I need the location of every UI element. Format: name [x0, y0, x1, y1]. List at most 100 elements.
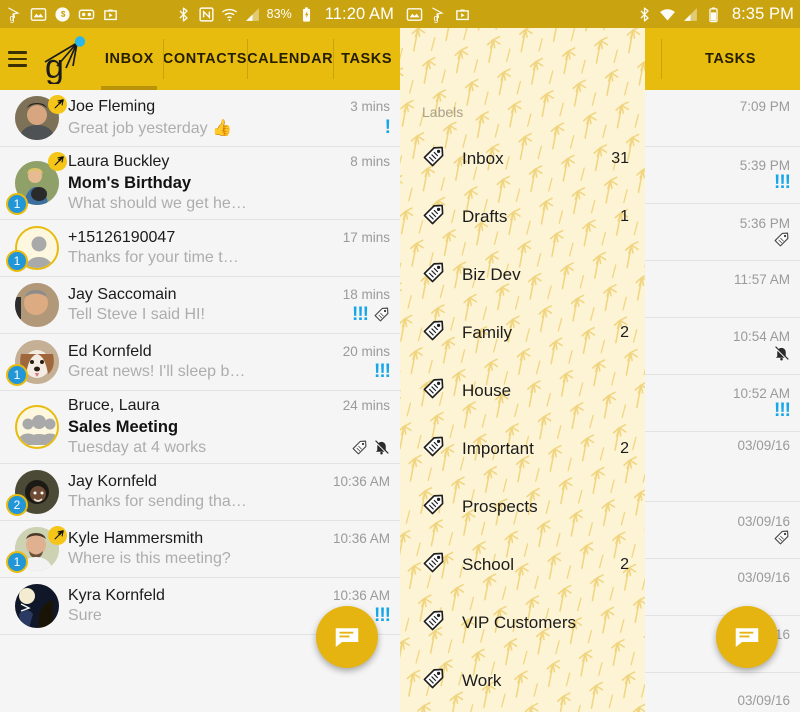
label-count: 1 [620, 208, 629, 225]
message-time: 20 mins [342, 344, 390, 359]
photo-icon [406, 7, 423, 21]
message-preview-line: What should we get he… [68, 193, 390, 213]
label-item-important[interactable]: Important 2 [400, 420, 645, 478]
message-subject: Mom's Birthday [68, 174, 192, 192]
label-item-prospects[interactable]: Prospects [400, 478, 645, 536]
status-bar-system-icons: 83% 11:20 AM [175, 5, 394, 24]
avatar-wrapper[interactable] [8, 584, 66, 628]
message-header-line: +15126190047 17 mins [68, 229, 390, 247]
message-row[interactable]: Joe Fleming 3 mins Great job yesterday 👍… [0, 90, 400, 147]
status-bar-notification-icons: g [6, 6, 175, 23]
message-time: 10:54 AM [732, 328, 790, 344]
message-markers: !!! [768, 173, 791, 192]
message-markers [767, 345, 790, 362]
label-count: 31 [611, 150, 629, 167]
avatar-wrapper[interactable] [8, 397, 66, 457]
message-body: Jay Kornfeld 10:36 AM Thanks for sending… [66, 470, 390, 514]
message-time: 03/09/16 [737, 438, 790, 453]
message-row[interactable]: 1 +15126190047 17 mins Thanks for your t… [0, 220, 400, 277]
nfc-icon [199, 6, 214, 22]
label-name: Biz Dev [462, 265, 521, 284]
message-preview: What should we get he… [68, 195, 247, 212]
message-body: Jay Saccomain 18 mins Tell Steve I said … [66, 283, 390, 327]
avatar[interactable] [15, 283, 59, 327]
avatar-wrapper[interactable]: 2 [6, 470, 66, 516]
avatar-wrapper[interactable] [8, 283, 66, 327]
message-sender: Laura Buckley [68, 153, 170, 170]
message-sender: Bruce, Laura [68, 397, 160, 414]
battery-percent-label: 83% [266, 7, 292, 21]
message-row[interactable]: 1 Ed Kornfeld 20 mins Great news! I'll s… [0, 334, 400, 391]
label-name: VIP Customers [462, 613, 577, 632]
tab-tasks[interactable]: TASKS [333, 28, 400, 90]
arrow-icon [54, 529, 64, 539]
label-tag-icon [422, 493, 446, 521]
message-preview: Tuesday at 4 works [68, 439, 207, 456]
dual-screenshot: g 83% 11:20 AM g INBOX CONTACTS CALENDAR… [0, 0, 800, 712]
message-preview: Thanks for sending tha… [68, 493, 247, 510]
label-item-inbox[interactable]: Inbox 31 [400, 130, 645, 188]
tag-icon [352, 440, 367, 454]
label-name: Work [462, 671, 502, 690]
message-header-line: Kyra Kornfeld 10:36 AM [68, 587, 390, 605]
label-name: School [462, 555, 514, 574]
svg-text:g: g [10, 12, 15, 22]
avatar-wrapper[interactable]: 1 [6, 526, 67, 573]
tag-icon [374, 307, 389, 321]
message-row[interactable]: 1 Kyle Hammersmith 10:36 AM Where is thi… [0, 521, 400, 578]
message-row[interactable]: Bruce, Laura 24 mins Sales Meeting Tuesd… [0, 391, 400, 464]
g-app-icon: g [432, 7, 444, 22]
tab-bar-left: INBOX CONTACTS CALENDAR TASKS [96, 28, 400, 90]
wifi-icon [659, 8, 675, 21]
snooze-arrow-badge [48, 95, 67, 114]
label-item-family[interactable]: Family 2 [400, 304, 645, 362]
label-item-vip-customers[interactable]: VIP Customers [400, 594, 645, 652]
hamburger-menu-icon[interactable] [0, 28, 34, 90]
message-body: Laura Buckley 8 mins Mom's Birthday What… [66, 153, 390, 213]
label-name: Drafts [462, 207, 508, 226]
avatar-wrapper[interactable]: 1 [6, 340, 66, 386]
status-bar-system-icons-right: 8:35 PM [636, 5, 794, 24]
group-placeholder-icon [18, 415, 57, 445]
priority-marker: !!! [374, 604, 391, 626]
tab-calendar[interactable]: CALENDAR [247, 28, 333, 90]
avatar[interactable] [15, 584, 59, 628]
tab-inbox[interactable]: INBOX [96, 28, 163, 90]
message-row[interactable]: 1 Laura Buckley 8 mins Mom's Birthday Wh… [0, 147, 400, 220]
label-tag-icon [422, 609, 446, 637]
label-name: Inbox [462, 149, 504, 168]
label-item-drafts[interactable]: Drafts 1 [400, 188, 645, 246]
bell-off-icon [774, 346, 789, 361]
message-row[interactable]: Jay Saccomain 18 mins Tell Steve I said … [0, 277, 400, 334]
compose-fab-right[interactable] [716, 606, 778, 668]
label-item-biz-dev[interactable]: Biz Dev [400, 246, 645, 304]
drive-icon [456, 9, 469, 20]
tab-contacts[interactable]: CONTACTS [162, 28, 247, 90]
avatar-wrapper[interactable]: 1 [6, 152, 67, 215]
compose-fab-left[interactable] [316, 606, 378, 668]
avatar[interactable] [15, 405, 59, 449]
message-header-line: Bruce, Laura 24 mins [68, 397, 390, 415]
avatar-photo [15, 283, 59, 327]
message-header-line: Jay Saccomain 18 mins [68, 286, 390, 304]
label-item-house[interactable]: House [400, 362, 645, 420]
tab-inbox-label: INBOX [104, 51, 154, 67]
bluetooth-icon [640, 6, 649, 22]
svg-text:g: g [434, 12, 439, 22]
message-sender: Ed Kornfeld [68, 343, 152, 360]
message-preview: Thanks for your time t… [68, 249, 239, 266]
tab-tasks-label: TASKS [704, 51, 757, 67]
label-item-work[interactable]: Work [400, 652, 645, 710]
bluetooth-icon [179, 6, 188, 22]
label-name: House [462, 381, 512, 400]
label-item-school[interactable]: School 2 [400, 536, 645, 594]
tab-tasks[interactable]: TASKS [661, 28, 800, 90]
message-markers [767, 529, 790, 546]
avatar-wrapper[interactable]: 1 [6, 226, 66, 272]
message-row[interactable]: 2 Jay Kornfeld 10:36 AM Thanks for sendi… [0, 464, 400, 521]
labels-drawer[interactable]: Labels Inbox 31 Drafts 1 Biz Dev Family … [400, 28, 645, 712]
message-sender: Jay Kornfeld [68, 473, 157, 490]
labels-section-title: Labels [422, 104, 464, 120]
avatar-wrapper[interactable] [8, 95, 67, 140]
labels-list[interactable]: Inbox 31 Drafts 1 Biz Dev Family 2 House… [400, 130, 645, 710]
